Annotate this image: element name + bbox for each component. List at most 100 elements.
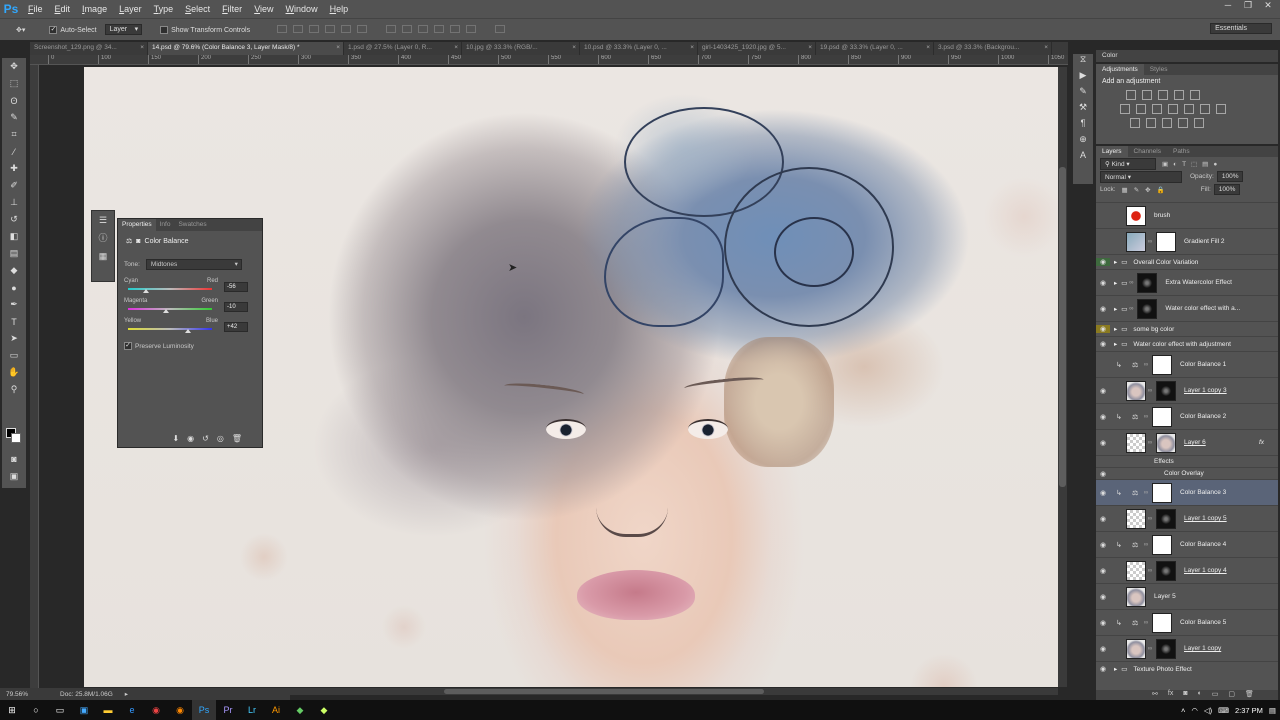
layer-row[interactable]: brush	[1096, 202, 1278, 228]
minimize-icon[interactable]: ─	[1218, 0, 1238, 11]
menu-type[interactable]: Type	[148, 4, 180, 14]
black-white-icon[interactable]	[1152, 104, 1162, 114]
hand-tool-icon[interactable]: ✋	[2, 364, 26, 381]
slider-value-field[interactable]: +42	[224, 322, 248, 332]
link-icon[interactable]: ∞	[1142, 620, 1150, 626]
mask-thumbnail[interactable]	[1156, 638, 1176, 659]
kind-filter-dropdown[interactable]: ⚲ Kind ▾	[1100, 157, 1156, 170]
store-icon[interactable]: ▣	[72, 700, 96, 720]
visibility-eye-icon[interactable]: ◉	[1096, 489, 1110, 497]
align-hcenter-icon[interactable]	[341, 24, 352, 33]
layer-row[interactable]: ◉ ∞ Layer 1 copy	[1096, 635, 1278, 661]
preserve-luminosity-row[interactable]: ✓ Preserve Luminosity	[118, 340, 262, 352]
network-icon[interactable]: ◠	[1191, 706, 1198, 715]
visibility-eye-icon[interactable]: ◉	[1096, 305, 1110, 313]
healing-tool-icon[interactable]: ✚	[2, 160, 26, 177]
link-icon[interactable]: ∞	[1146, 568, 1154, 574]
expand-arrow-icon[interactable]: ▸	[1114, 665, 1117, 673]
expand-arrow-icon[interactable]: ▸	[1114, 305, 1117, 313]
document-tab[interactable]: 3.psd @ 33.3% (Backgrou... ×	[934, 42, 1052, 55]
visibility-icon[interactable]: ◎	[217, 434, 224, 443]
distribute-bottom-icon[interactable]	[418, 24, 429, 33]
mask-thumbnail[interactable]	[1156, 560, 1176, 581]
visibility-eye-icon[interactable]: ◉	[1096, 593, 1110, 601]
mask-thumbnail[interactable]	[1152, 354, 1172, 375]
layer-row[interactable]: ◉ ↳ ⚖ ∞ Color Balance 4	[1096, 531, 1278, 557]
actions-icon[interactable]: ▶	[1073, 70, 1093, 86]
layer-thumbnail[interactable]	[1126, 205, 1146, 226]
color-lookup-icon[interactable]	[1200, 104, 1210, 114]
menu-filter[interactable]: Filter	[216, 4, 248, 14]
show-transform-checkbox[interactable]: Show Transform Controls	[156, 25, 254, 34]
brush-tool-icon[interactable]: ✐	[2, 177, 26, 194]
layer-fx-icon[interactable]: fx	[1259, 439, 1264, 446]
layer-row[interactable]: ◉ ↳ ⚖ ∞ Color Balance 3	[1096, 479, 1278, 505]
close-tab-icon[interactable]: ×	[336, 44, 340, 51]
threshold-icon[interactable]	[1162, 118, 1172, 128]
edge-icon[interactable]: e	[120, 700, 144, 720]
notifications-icon[interactable]: ▤	[1269, 706, 1276, 715]
gradient-map-icon[interactable]	[1178, 118, 1188, 128]
color-balance-slider[interactable]: Magenta Green -10	[124, 298, 256, 314]
slider-track[interactable]	[128, 328, 212, 330]
eyedropper-tool-icon[interactable]: ⁄	[2, 143, 26, 160]
layer-row[interactable]: ◉ ∞ Layer 1 copy 5	[1096, 505, 1278, 531]
tab-styles[interactable]: Styles	[1144, 64, 1174, 75]
link-icon[interactable]: ∞	[1146, 440, 1154, 446]
mask-thumbnail[interactable]	[1152, 482, 1172, 503]
expand-arrow-icon[interactable]: ▸	[1114, 340, 1117, 348]
layer-group[interactable]: ◉ ▸ ▭ ∞ Water color effect with a...	[1096, 295, 1278, 321]
zoom-level[interactable]: 79.56%	[0, 691, 34, 698]
reset-icon[interactable]: ↺	[202, 434, 209, 443]
view-previous-icon[interactable]: ◉	[187, 434, 194, 443]
blur-tool-icon[interactable]: ◆	[2, 262, 26, 279]
restore-icon[interactable]: ❐	[1238, 0, 1258, 11]
tone-dropdown[interactable]: Midtones	[145, 259, 242, 270]
slider-track[interactable]	[128, 288, 212, 290]
link-icon[interactable]: ∞	[1146, 388, 1154, 394]
opacity-field[interactable]: 100%	[1216, 171, 1244, 182]
move-tool-icon[interactable]: ✥▾	[12, 26, 29, 34]
curves-icon[interactable]	[1158, 90, 1168, 100]
mask-icon[interactable]: ◙	[136, 238, 140, 245]
menu-help[interactable]: Help	[324, 4, 355, 14]
history-brush-tool-icon[interactable]: ↺	[2, 211, 26, 228]
properties-panel-icon[interactable]: ☰	[92, 211, 114, 229]
menu-file[interactable]: File	[22, 4, 49, 14]
preserve-luminosity-checkbox[interactable]: ✓	[124, 342, 132, 350]
color-panel-tab[interactable]: Color	[1096, 50, 1278, 62]
photoshop-taskbar-icon[interactable]: Ps	[192, 700, 216, 720]
blend-mode-dropdown[interactable]: Normal ▾	[1100, 170, 1182, 183]
link-icon[interactable]: ∞	[1142, 362, 1150, 368]
color-balance-slider[interactable]: Cyan Red -56	[124, 278, 256, 294]
layer-row[interactable]: ◉ ↳ ⚖ ∞ Color Balance 2	[1096, 403, 1278, 429]
layer-row[interactable]: ◉ ∞ Layer 6 fx	[1096, 429, 1278, 455]
close-icon[interactable]: ✕	[1258, 0, 1278, 11]
visibility-eye-icon[interactable]: ◉	[1096, 279, 1110, 287]
mask-thumbnail[interactable]	[1152, 612, 1172, 633]
menu-layer[interactable]: Layer	[113, 4, 148, 14]
layer-thumbnail[interactable]	[1126, 432, 1146, 453]
history-icon[interactable]: ⧖	[1073, 54, 1093, 70]
align-right-icon[interactable]	[357, 24, 368, 33]
distribute-vcenter-icon[interactable]	[402, 24, 413, 33]
layer-thumbnail[interactable]	[1126, 508, 1146, 529]
slider-knob[interactable]	[184, 329, 191, 333]
quick-mask-icon[interactable]: ◙	[2, 450, 26, 467]
visibility-eye-icon[interactable]: ◉	[1096, 325, 1110, 333]
delete-layer-icon[interactable]: 🗑	[1245, 690, 1254, 700]
lock-icons[interactable]: ▦✎✥🔒	[1122, 186, 1171, 194]
windows-start-icon[interactable]: ⊞	[0, 700, 24, 720]
auto-select-mode-dropdown[interactable]: Layer	[104, 24, 143, 35]
auto-select-checkbox[interactable]: ✓ Auto-Select	[45, 25, 100, 34]
tab-adjustments[interactable]: Adjustments	[1096, 64, 1144, 75]
path-select-tool-icon[interactable]: ➤	[2, 330, 26, 347]
visibility-eye-icon[interactable]: ◉	[1096, 645, 1110, 653]
selective-color-icon[interactable]	[1194, 118, 1204, 128]
document-tab[interactable]: girl-1403425_1920.jpg @ 5... ×	[698, 42, 816, 55]
layer-row[interactable]: ◉ ↳ ⚖ ∞ Color Balance 5	[1096, 609, 1278, 635]
document-tab[interactable]: Screenshot_129.png @ 34... ×	[30, 42, 148, 55]
marquee-tool-icon[interactable]: ⬚	[2, 75, 26, 92]
app-icon-green[interactable]: ◆	[288, 700, 312, 720]
slider-track[interactable]	[128, 308, 212, 310]
